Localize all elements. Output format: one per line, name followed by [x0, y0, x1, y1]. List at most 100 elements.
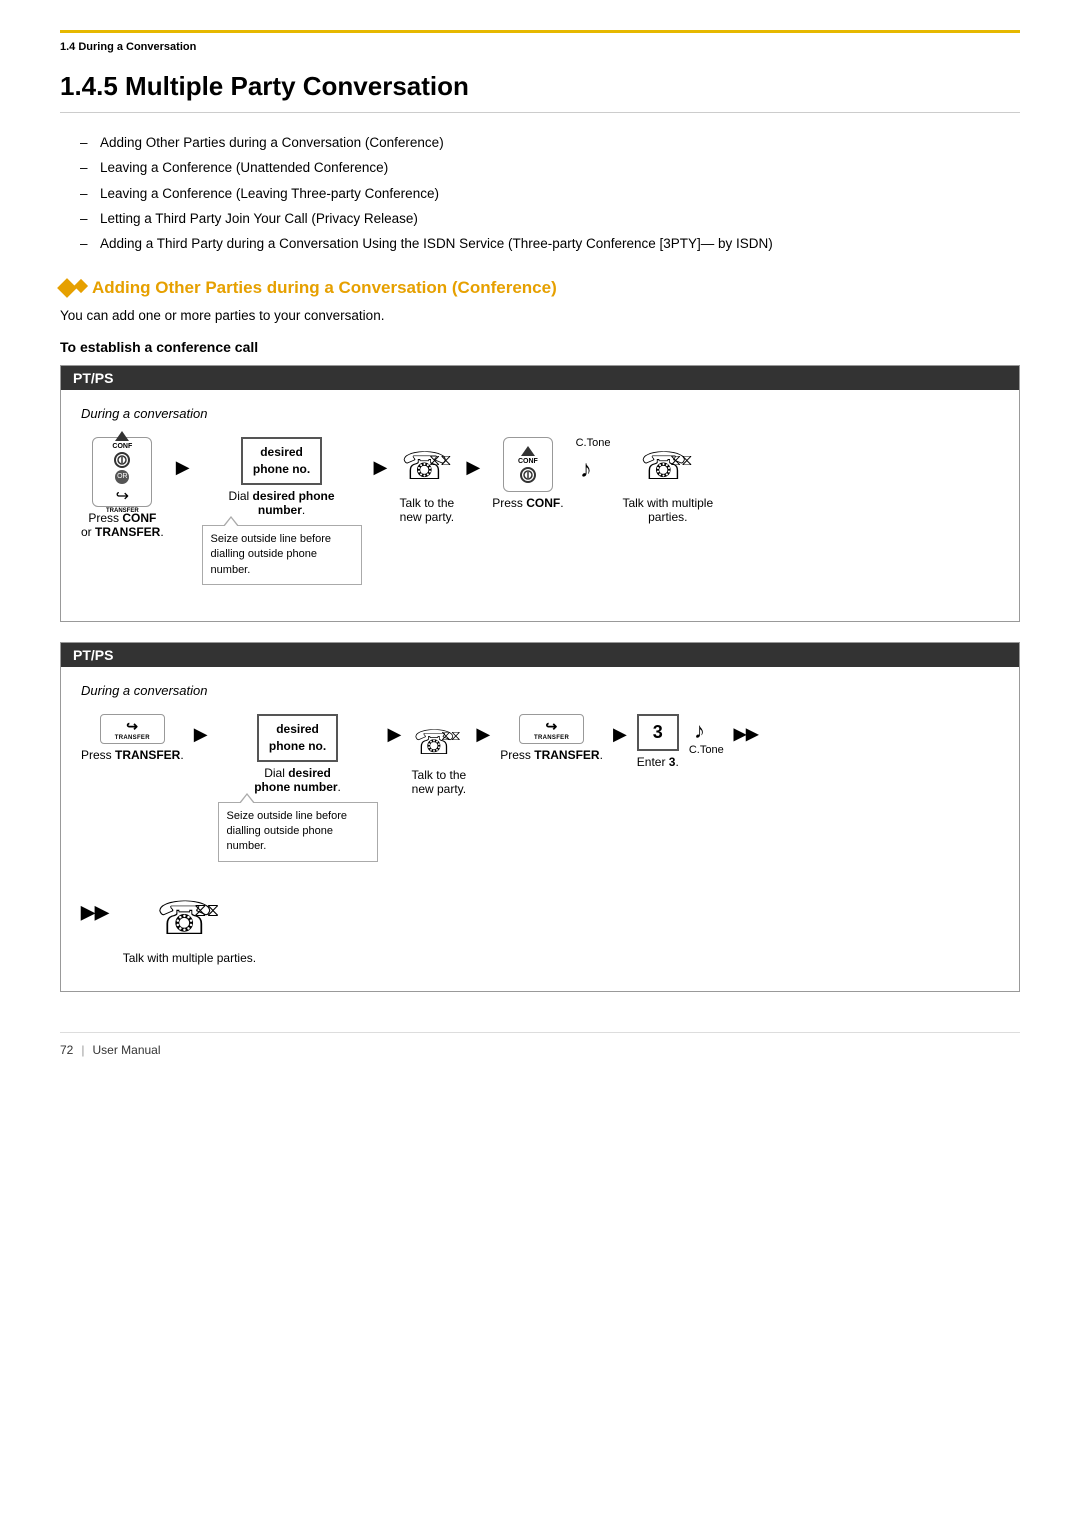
desired-phone-col: desiredphone no. Dial desired phonenumbe… — [202, 437, 362, 585]
phone-talk-icon-3: ☏ ⧖⧖ — [411, 714, 466, 764]
arrow-2: ▶ — [374, 457, 388, 478]
svg-text:⧖⧖: ⧖⧖ — [194, 900, 219, 920]
desired-phone-box-1: desiredphone no. — [241, 437, 322, 485]
transfer-curved-icon: ↪ — [116, 486, 129, 506]
diamond-icon — [57, 278, 77, 298]
number-box: 3 — [637, 714, 679, 751]
ctone-label-1: C.Tone — [576, 437, 611, 449]
curved-arrow-icon: ↪ — [115, 718, 150, 735]
ptps-header-2: PT/PS — [61, 643, 1019, 667]
double-arrow-icon: ▶▶ — [734, 726, 759, 743]
during-conversation-1: During a conversation — [81, 406, 999, 421]
step2-3-label: Talk to thenew party. — [412, 768, 467, 796]
circle-icon — [114, 452, 130, 468]
conf-col-2: CONF Press CONF. — [492, 437, 563, 510]
or-badge: OR — [115, 470, 129, 484]
section-heading: Adding Other Parties during a Conversati… — [60, 278, 1020, 298]
note-icon-1: ♪ — [578, 451, 608, 481]
diamond-small-icon — [74, 279, 88, 293]
desired-phone-box-2: desiredphone no. — [257, 714, 338, 762]
transfer-button-icon: ↪ TRANSFER — [100, 714, 165, 744]
step2-5-label: Enter 3. — [637, 755, 679, 769]
list-item: Adding a Third Party during a Conversati… — [80, 234, 1020, 254]
bullet-list: Adding Other Parties during a Conversati… — [80, 133, 1020, 254]
list-item: Letting a Third Party Join Your Call (Pr… — [80, 209, 1020, 229]
ptps-header-1: PT/PS — [61, 366, 1019, 390]
header-section-title: 1.4 During a Conversation — [60, 41, 196, 53]
step2-6-label: Talk with multiple parties. — [123, 951, 256, 965]
conf-transfer-col: CONF OR ↪ TRANSFER Press CONFor TRANSFER… — [81, 437, 164, 539]
step2-2-label: Dial desiredphone number. — [254, 766, 341, 794]
ptps-content-2: During a conversation ↪ TRANSFER Press T… — [61, 667, 1019, 991]
footer-separator: | — [81, 1043, 84, 1057]
transfer-button-2-icon: ↪ TRANSFER — [519, 714, 584, 744]
subsection-title: To establish a conference call — [60, 339, 1020, 355]
section-heading-text: Adding Other Parties during a Conversati… — [92, 278, 557, 298]
phone-talk-icon-4: ☏ ⧖⧖ — [154, 882, 224, 947]
list-item: Leaving a Conference (Leaving Three-part… — [80, 184, 1020, 204]
arrow-2-1: ▶ — [194, 724, 208, 745]
desired-phone-col-2: desiredphone no. Dial desiredphone numbe… — [218, 714, 378, 862]
list-item: Leaving a Conference (Unattended Confere… — [80, 158, 1020, 178]
diamond-icons — [60, 281, 86, 295]
phone-talk-col-3: ☏ ⧖⧖ Talk to thenew party. — [411, 714, 466, 796]
arrow-3: ▶ — [466, 457, 480, 478]
conf-button-2: CONF — [503, 437, 553, 492]
arrow-2-3: ▶ — [476, 724, 490, 745]
callout-fill-2 — [240, 795, 254, 804]
step5-label: Talk with multipleparties. — [622, 496, 713, 524]
page-number: 72 — [60, 1043, 73, 1057]
arrow-2-4: ▶ — [613, 724, 627, 745]
page-title: 1.4.5 Multiple Party Conversation — [60, 71, 1020, 113]
step3-label: Talk to thenew party. — [400, 496, 455, 524]
triangle-icon — [115, 431, 129, 441]
ctone-label-2: C.Tone — [689, 744, 724, 756]
section-desc: You can add one or more parties to your … — [60, 308, 1020, 323]
svg-text:♪: ♪ — [580, 457, 592, 481]
arrow-1: ▶ — [176, 457, 190, 478]
desired-phone-text: desiredphone no. — [253, 444, 310, 478]
conf-label-2: CONF — [518, 458, 538, 465]
note-callout-2: Seize outside line before dialling outsi… — [218, 802, 378, 862]
during-conversation-2: During a conversation — [81, 683, 999, 698]
triangle-icon-2 — [521, 446, 535, 456]
svg-text:⧖⧖: ⧖⧖ — [429, 452, 451, 469]
footer: 72 | User Manual — [60, 1032, 1020, 1057]
svg-text:⧖⧖: ⧖⧖ — [670, 452, 692, 469]
step1-label: Press CONFor TRANSFER. — [81, 511, 164, 539]
desired-phone-text-2: desiredphone no. — [269, 721, 326, 755]
svg-text:♪: ♪ — [694, 718, 705, 742]
callout-fill — [224, 518, 238, 527]
conf-button-icon: CONF OR ↪ TRANSFER — [92, 437, 152, 507]
conf-label: CONF — [112, 443, 132, 450]
double-arrow-col: ▶▶ — [81, 882, 109, 923]
double-arrow-icon-2: ▶▶ — [81, 902, 109, 923]
page-container: 1.4 During a Conversation 1.4.5 Multiple… — [0, 0, 1080, 1097]
step4-label: Press CONF. — [492, 496, 563, 510]
step2-1-label: Press TRANSFER. — [81, 748, 184, 762]
ctone-col-2: ♪ C.Tone — [689, 714, 724, 756]
phone-talk-icon-2: ☏ ⧖⧖ — [638, 437, 698, 492]
note-callout-1: Seize outside line before dialling outsi… — [202, 525, 362, 585]
phone-talk-col-1: ☏ ⧖⧖ Talk to thenew party. — [399, 437, 454, 524]
circle-icon-2 — [520, 467, 536, 483]
ptps-content-1: During a conversation CONF OR ↪ — [61, 390, 1019, 621]
transfer-label: TRANSFER — [106, 508, 139, 514]
note-box-2: Seize outside line before dialling outsi… — [218, 802, 378, 862]
svg-text:⧖⧖: ⧖⧖ — [441, 729, 461, 744]
curved-arrow-icon-2: ↪ — [534, 718, 569, 735]
ctone-col-1: C.Tone ♪ — [576, 437, 611, 481]
note-box-1: Seize outside line before dialling outsi… — [202, 525, 362, 585]
transfer-text: TRANSFER — [115, 735, 150, 741]
note-icon-2: ♪ — [692, 714, 720, 742]
step2-4-label: Press TRANSFER. — [500, 748, 603, 762]
transfer-col-2: ↪ TRANSFER Press TRANSFER. — [500, 714, 603, 762]
arrow-2-2: ▶ — [388, 724, 402, 745]
list-item: Adding Other Parties during a Conversati… — [80, 133, 1020, 153]
ptps-box-2: PT/PS During a conversation ↪ TRANSFER P… — [60, 642, 1020, 992]
ptps-box-1: PT/PS During a conversation CONF OR — [60, 365, 1020, 622]
phone-talk-col-2: ☏ ⧖⧖ Talk with multipleparties. — [622, 437, 713, 524]
transfer-text-2: TRANSFER — [534, 735, 569, 741]
header-bar: 1.4 During a Conversation — [60, 30, 1020, 53]
phone-talk-col-4: ☏ ⧖⧖ Talk with multiple parties. — [123, 882, 256, 965]
